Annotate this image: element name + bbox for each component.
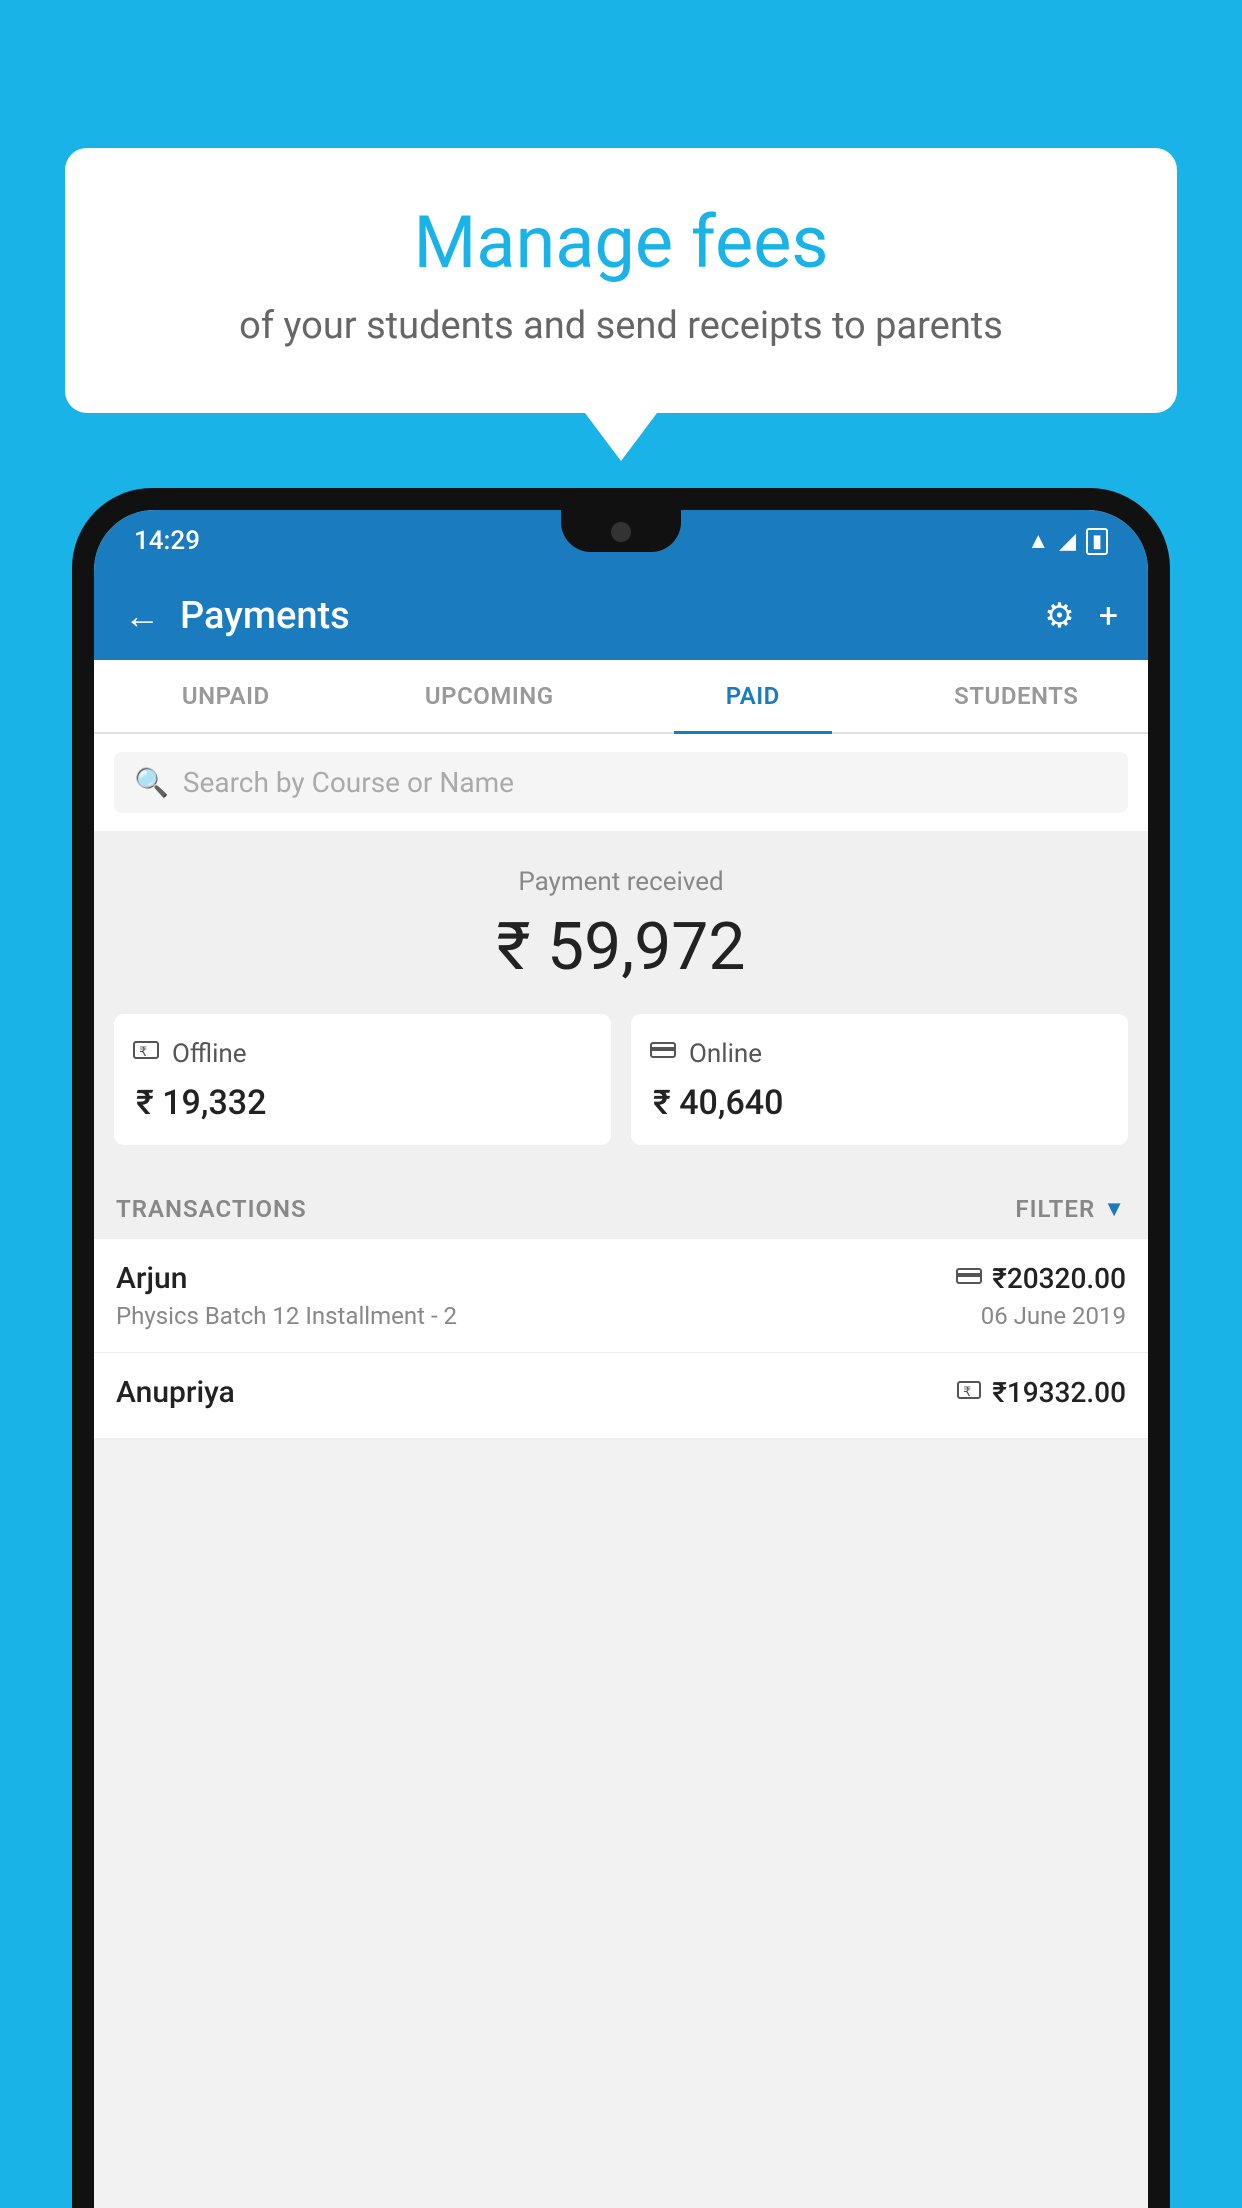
transaction-amount-2: ₹19332.00 xyxy=(992,1376,1126,1409)
transaction-type-icon-1 xyxy=(956,1263,982,1295)
transaction-desc-1: Physics Batch 12 Installment - 2 xyxy=(116,1302,457,1330)
tab-students[interactable]: STUDENTS xyxy=(885,660,1149,732)
filter-icon: ▼ xyxy=(1103,1196,1126,1222)
tab-paid[interactable]: PAID xyxy=(621,660,885,732)
search-placeholder-text: Search by Course or Name xyxy=(183,766,514,799)
offline-label: Offline xyxy=(172,1039,247,1069)
phone-frame: 14:29 ▲ ◢ ▮ ← Payments ⚙ + UNPAID UPCOMI… xyxy=(72,488,1170,2208)
phone-screen: 14:29 ▲ ◢ ▮ ← Payments ⚙ + UNPAID UPCOMI… xyxy=(94,510,1148,2208)
offline-card: ₹ Offline ₹ 19,332 xyxy=(114,1014,611,1145)
payment-cards: ₹ Offline ₹ 19,332 xyxy=(114,1014,1128,1145)
offline-amount: ₹ 19,332 xyxy=(132,1083,266,1123)
search-icon: 🔍 xyxy=(134,766,169,799)
payment-total-amount: ₹ 59,972 xyxy=(114,909,1128,986)
online-card: Online ₹ 40,640 xyxy=(631,1014,1128,1145)
online-amount: ₹ 40,640 xyxy=(649,1083,783,1123)
svg-text:₹: ₹ xyxy=(139,1044,147,1059)
table-row[interactable]: Anupriya ₹ ₹19332.00 xyxy=(94,1353,1148,1439)
tab-unpaid[interactable]: UNPAID xyxy=(94,660,358,732)
payment-label: Payment received xyxy=(114,867,1128,897)
transactions-header: TRANSACTIONS FILTER ▼ xyxy=(94,1173,1148,1239)
transactions-label: TRANSACTIONS xyxy=(116,1195,307,1223)
add-icon[interactable]: + xyxy=(1099,596,1118,636)
payment-summary: Payment received ₹ 59,972 ₹ Offline xyxy=(94,831,1148,1173)
app-bar-actions: ⚙ + xyxy=(1044,596,1118,636)
settings-icon[interactable]: ⚙ xyxy=(1044,596,1074,636)
online-label: Online xyxy=(689,1039,762,1069)
hero-title: Manage fees xyxy=(125,203,1117,282)
app-bar-title: Payments xyxy=(180,594,1044,638)
search-box[interactable]: 🔍 Search by Course or Name xyxy=(114,752,1128,813)
online-icon xyxy=(649,1036,677,1071)
filter-label: FILTER xyxy=(1015,1195,1095,1223)
signal-icon: ◢ xyxy=(1059,529,1076,554)
filter-button[interactable]: FILTER ▼ xyxy=(1015,1195,1126,1223)
transaction-name-2: Anupriya xyxy=(116,1375,235,1410)
hero-card: Manage fees of your students and send re… xyxy=(65,148,1177,413)
wifi-icon: ▲ xyxy=(1027,528,1049,554)
app-bar: ← Payments ⚙ + xyxy=(94,572,1148,660)
search-container: 🔍 Search by Course or Name xyxy=(94,734,1148,831)
phone-notch xyxy=(561,510,681,552)
notch-camera xyxy=(611,522,631,542)
transaction-date-1: 06 June 2019 xyxy=(981,1302,1126,1330)
battery-icon: ▮ xyxy=(1086,528,1108,555)
transaction-type-icon-2: ₹ xyxy=(956,1377,982,1409)
transactions-list: Arjun ₹20320.00 Physics Batch 12 Install… xyxy=(94,1239,1148,1439)
tabs-bar: UNPAID UPCOMING PAID STUDENTS xyxy=(94,660,1148,734)
transaction-amount-1: ₹20320.00 xyxy=(992,1262,1126,1295)
status-icons: ▲ ◢ ▮ xyxy=(1027,528,1108,555)
back-button[interactable]: ← xyxy=(124,595,160,637)
tab-upcoming[interactable]: UPCOMING xyxy=(358,660,622,732)
status-time: 14:29 xyxy=(134,526,200,556)
transaction-name-1: Arjun xyxy=(116,1261,187,1296)
hero-subtitle: of your students and send receipts to pa… xyxy=(125,300,1117,353)
svg-text:₹: ₹ xyxy=(963,1384,971,1399)
table-row[interactable]: Arjun ₹20320.00 Physics Batch 12 Install… xyxy=(94,1239,1148,1353)
offline-icon: ₹ xyxy=(132,1036,160,1071)
